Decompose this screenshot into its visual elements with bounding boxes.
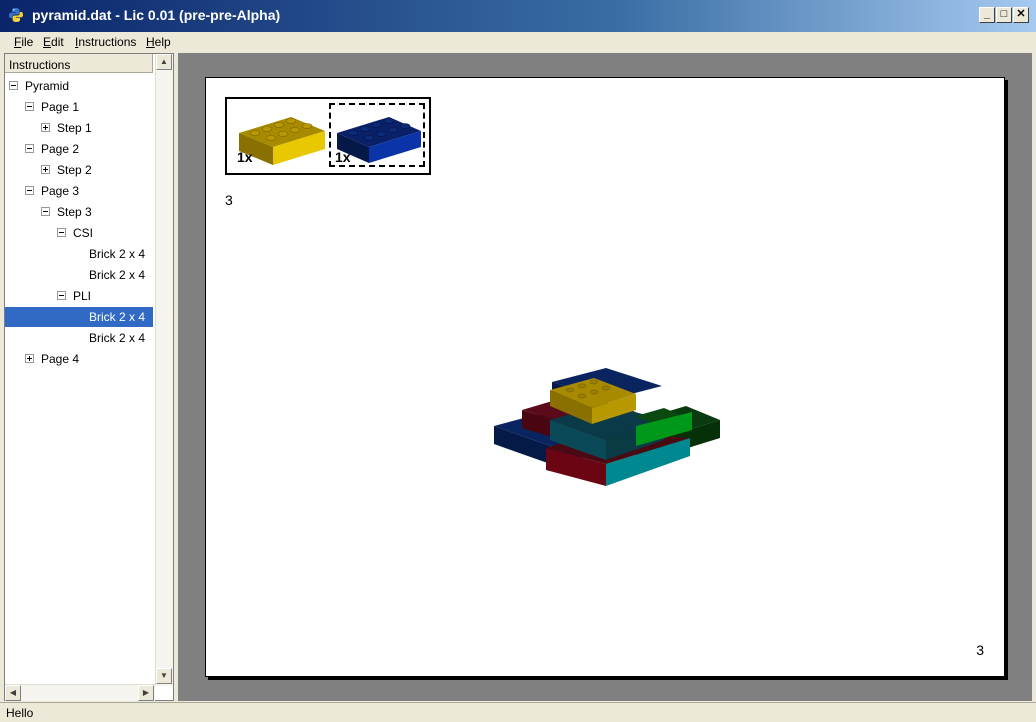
- csi-model-view[interactable]: [486, 368, 726, 508]
- scroll-right-button[interactable]: ▶: [138, 685, 154, 701]
- horizontal-scrollbar[interactable]: ◀ ▶: [5, 684, 155, 701]
- arrow-up-icon: ▲: [160, 57, 168, 66]
- tree-item[interactable]: Brick 2 x 4: [5, 265, 153, 285]
- collapse-icon[interactable]: [57, 291, 66, 300]
- pli-quantity: 1x: [237, 149, 253, 165]
- tree-item-label: Page 2: [41, 142, 80, 156]
- arrow-down-icon: ▼: [160, 671, 168, 680]
- tree-item[interactable]: Page 3: [5, 181, 153, 201]
- page-number[interactable]: 3: [976, 642, 984, 658]
- tree-item[interactable]: PLI: [5, 286, 153, 306]
- expand-icon[interactable]: [41, 165, 50, 174]
- vertical-scrollbar[interactable]: ▲ ▼: [155, 54, 173, 686]
- tree-item[interactable]: Brick 2 x 4: [5, 328, 153, 348]
- tree-item[interactable]: Step 1: [5, 118, 153, 138]
- close-icon: ✕: [1016, 8, 1026, 20]
- maximize-icon: □: [1000, 8, 1008, 20]
- arrow-left-icon: ◀: [9, 688, 17, 697]
- tree-item[interactable]: Pyramid: [5, 76, 153, 96]
- scroll-left-button[interactable]: ◀: [5, 685, 21, 701]
- collapse-icon[interactable]: [25, 144, 34, 153]
- tree-item-label: Brick 2 x 4: [89, 268, 146, 282]
- minimize-button[interactable]: _: [979, 7, 995, 23]
- expand-icon[interactable]: [41, 123, 50, 132]
- collapse-icon[interactable]: [25, 102, 34, 111]
- collapse-icon[interactable]: [9, 81, 18, 90]
- pli-quantity: 1x: [335, 149, 351, 165]
- pyramid-model-image: [494, 368, 720, 486]
- pli-item-blue-brick[interactable]: 1x: [329, 103, 425, 167]
- window-title: pyramid.dat - Lic 0.01 (pre-pre-Alpha): [32, 7, 281, 23]
- menu-help[interactable]: Help: [146, 35, 171, 49]
- status-text: Hello: [6, 706, 34, 720]
- tree-item-label: Brick 2 x 4: [89, 247, 146, 261]
- tree-item[interactable]: Page 4: [5, 349, 153, 369]
- tree-item-label: Brick 2 x 4: [89, 331, 146, 345]
- collapse-icon[interactable]: [25, 186, 34, 195]
- tree-item-label: Pyramid: [25, 79, 70, 93]
- tree-item-label: Brick 2 x 4: [89, 310, 146, 324]
- pli-item-yellow-brick[interactable]: 1x: [231, 103, 327, 167]
- title-bar[interactable]: pyramid.dat - Lic 0.01 (pre-pre-Alpha) _…: [0, 0, 1036, 32]
- app-window: pyramid.dat - Lic 0.01 (pre-pre-Alpha) _…: [0, 0, 1036, 722]
- tree-item-label: Page 1: [41, 100, 80, 114]
- tree-item-label: Step 3: [57, 205, 92, 219]
- minimize-icon: _: [983, 8, 991, 20]
- tree-header[interactable]: Instructions: [5, 54, 153, 73]
- menu-bar: File Edit Instructions Help: [0, 32, 1036, 52]
- tree-item-label: CSI: [73, 226, 94, 240]
- expand-icon[interactable]: [25, 354, 34, 363]
- arrow-right-icon: ▶: [142, 688, 150, 697]
- tree-item[interactable]: Step 3: [5, 202, 153, 222]
- tree-item-label: PLI: [73, 289, 92, 303]
- tree-item[interactable]: Page 1: [5, 97, 153, 117]
- collapse-icon[interactable]: [41, 207, 50, 216]
- tree-item[interactable]: Page 2: [5, 139, 153, 159]
- status-bar: Hello: [0, 702, 1036, 722]
- tree-item[interactable]: Step 2: [5, 160, 153, 180]
- tree-item[interactable]: CSI: [5, 223, 153, 243]
- menu-file[interactable]: File: [14, 35, 33, 49]
- python-icon: [9, 8, 23, 22]
- parts-list[interactable]: 1x 1x: [225, 97, 431, 175]
- maximize-button[interactable]: □: [996, 7, 1012, 23]
- tree-item-label: Step 2: [57, 163, 92, 177]
- page-canvas[interactable]: 1x 1x 3 3: [178, 53, 1032, 701]
- menu-instructions[interactable]: Instructions: [75, 35, 136, 49]
- tree-item-label: Step 1: [57, 121, 92, 135]
- instructions-tree-panel: Instructions Pyramid Page 1 Step 1 Page 2 St…: [4, 53, 174, 701]
- tree-item-label: Page 4: [41, 352, 80, 366]
- tree-item[interactable]: Brick 2 x 4: [5, 307, 153, 327]
- scroll-down-button[interactable]: ▼: [156, 668, 172, 684]
- scroll-up-button[interactable]: ▲: [156, 54, 172, 70]
- step-number[interactable]: 3: [225, 192, 233, 208]
- tree-item-label: Page 3: [41, 184, 80, 198]
- collapse-icon[interactable]: [57, 228, 66, 237]
- menu-edit[interactable]: Edit: [43, 35, 64, 49]
- close-button[interactable]: ✕: [1013, 7, 1029, 23]
- instruction-page[interactable]: 1x 1x 3 3: [205, 77, 1005, 677]
- tree-item[interactable]: Brick 2 x 4: [5, 244, 153, 264]
